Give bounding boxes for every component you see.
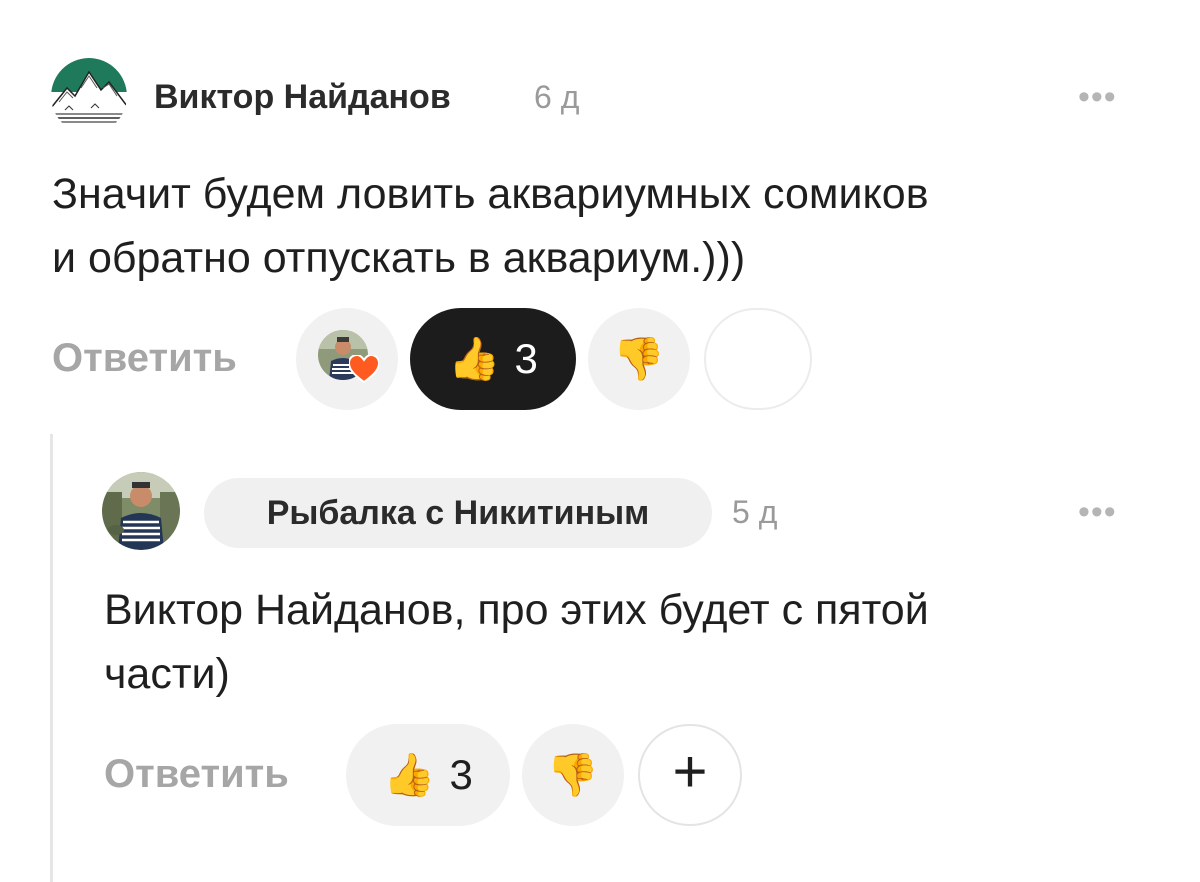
reply-like-button[interactable]: 👍 3 (346, 724, 510, 826)
dislike-button[interactable]: 👎 (588, 308, 690, 410)
thumbs-up-icon: 👍 (448, 335, 501, 382)
thumbs-down-icon: 👎 (546, 751, 600, 798)
reply-text-line: части) (104, 650, 230, 698)
author-avatar[interactable] (51, 58, 127, 134)
reply-add-reaction-button[interactable]: + (638, 724, 742, 826)
reply-reply-button[interactable]: Ответить (104, 752, 289, 797)
reply-author-name[interactable]: Рыбалка с Никитиным (204, 478, 712, 548)
add-reaction-button[interactable] (704, 308, 812, 410)
reply-more-options-icon[interactable]: ••• (1078, 495, 1117, 529)
thumbs-down-icon: 👎 (612, 335, 666, 382)
more-options-icon[interactable]: ••• (1078, 80, 1117, 114)
reply-dislike-button[interactable]: 👎 (522, 724, 624, 826)
reply-like-count: 3 (449, 751, 473, 798)
thumbs-up-icon: 👍 (383, 751, 436, 798)
comment-text: Значит будем ловить аквариумных сомиков … (52, 162, 1172, 290)
reply-text-line: Виктор Найданов, про этих будет с пятой (104, 586, 929, 634)
comment-text-line: и обратно отпускать в аквариум.))) (52, 234, 746, 282)
reply-time: 5 д (732, 494, 778, 530)
reply-author-name-label: Рыбалка с Никитиным (266, 493, 650, 532)
comment-text-line: Значит будем ловить аквариумных сомиков (52, 170, 929, 218)
reactor-avatar (317, 329, 379, 389)
heart-icon (349, 355, 379, 383)
thread-line (50, 434, 53, 882)
mountain-logo-icon (51, 58, 127, 134)
like-count: 3 (514, 335, 538, 382)
reactors-pill[interactable] (296, 308, 398, 410)
author-photo-icon (102, 472, 180, 550)
comment-time: 6 д (534, 79, 580, 115)
like-button[interactable]: 👍 3 (410, 308, 576, 410)
plus-icon: + (672, 738, 708, 805)
reply-author-avatar[interactable] (102, 472, 180, 550)
author-name[interactable]: Виктор Найданов (154, 78, 451, 117)
reply-button[interactable]: Ответить (52, 336, 237, 381)
reply-text: Виктор Найданов, про этих будет с пятой … (104, 578, 1174, 706)
